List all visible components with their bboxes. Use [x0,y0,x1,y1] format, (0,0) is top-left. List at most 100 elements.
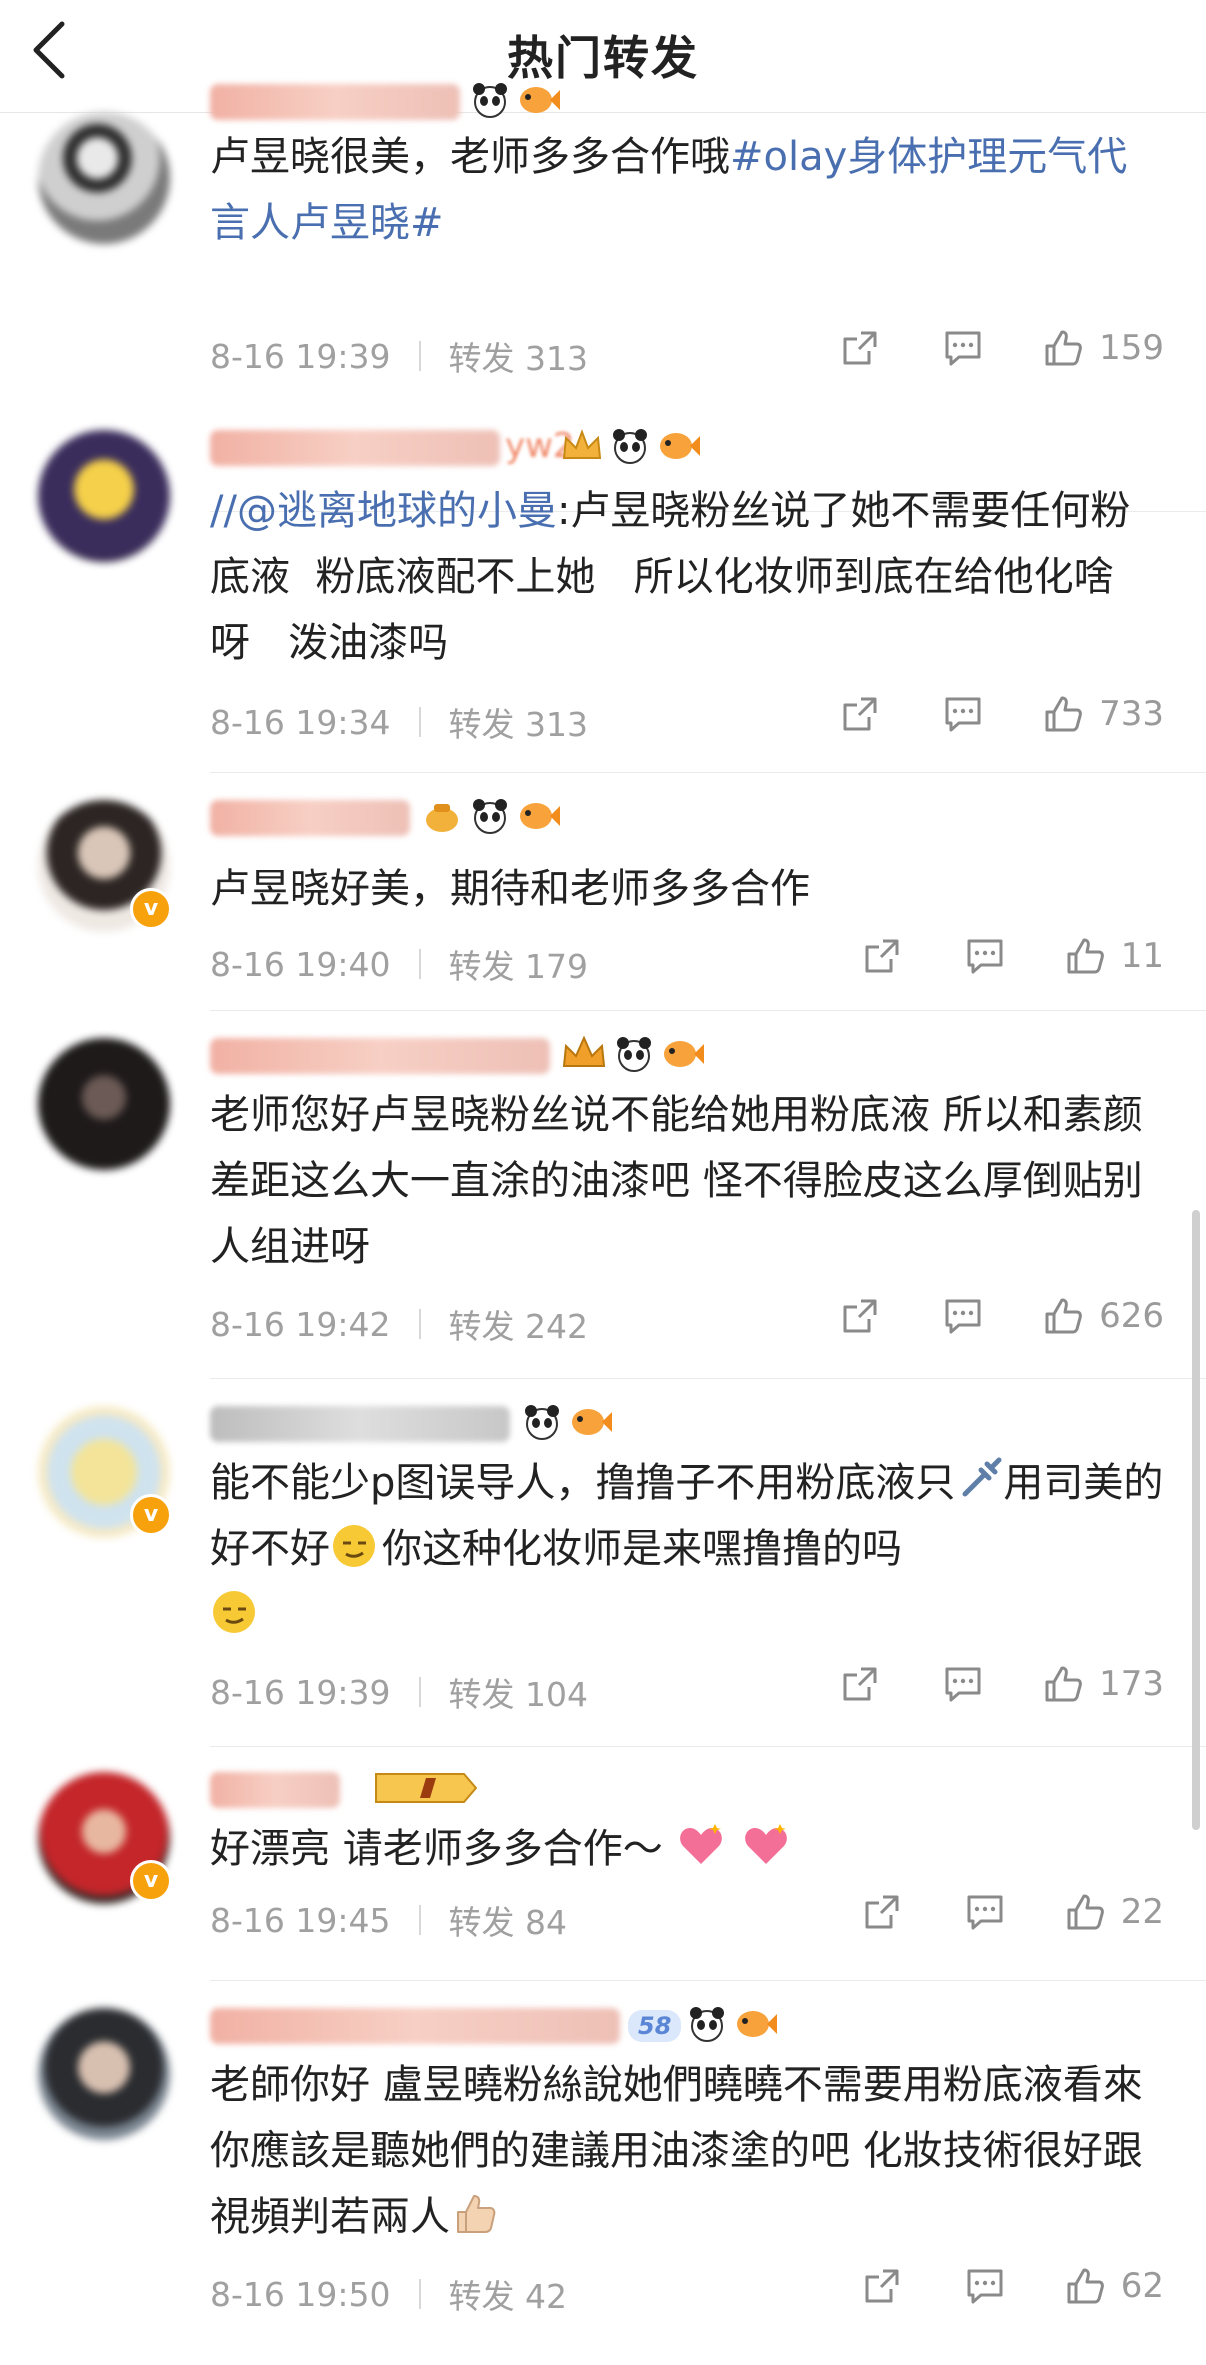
comment-icon [945,331,981,366]
share-icon [865,1895,899,1929]
like-button[interactable]: 62 [1063,2264,1164,2308]
fish-icon [656,426,700,470]
username[interactable] [210,430,500,466]
divider [210,1980,1206,1981]
username[interactable] [210,2008,620,2044]
repost-button[interactable] [861,1891,903,1933]
repost-meta: 8-16 19:39 转发 313 [210,332,588,380]
comment-button[interactable] [941,1295,985,1337]
user-badges [470,80,560,124]
repost-meta: 8-16 19:39 转发 104 [210,1668,588,1716]
share-icon [843,697,877,731]
like-count: 173 [1099,1664,1164,1704]
like-count: 733 [1099,694,1164,734]
repost-meta: 8-16 19:34 转发 313 [210,698,588,746]
action-bar: 22 [861,1890,1164,1934]
comment-icon [967,2269,1003,2304]
panda-icon [687,2004,727,2048]
scrollbar[interactable] [1192,1210,1200,1830]
like-button[interactable]: 173 [1041,1662,1164,1706]
comment-button[interactable] [941,327,985,369]
like-count: 62 [1120,2266,1164,2306]
avatar[interactable] [38,1038,170,1170]
verified-badge: v [130,1860,172,1902]
like-count: 22 [1120,1892,1164,1932]
repost-text: //@逃离地球的小曼:卢昱晓粉丝说了她不需要任何粉底液 粉底液配不上她 所以化妆… [210,488,1131,666]
timestamp: 8-16 19:50 [210,2274,391,2314]
username[interactable] [210,1772,340,1808]
username[interactable] [210,1038,550,1074]
verified-badge: v [130,1494,172,1536]
comment-button[interactable] [963,935,1007,977]
user-badges [522,1402,612,1446]
comment-icon [945,1667,981,1702]
like-button[interactable]: 626 [1041,1294,1164,1338]
username[interactable] [210,1406,510,1442]
panda-icon [614,1034,654,1078]
repost-button[interactable] [839,693,881,735]
comment-button[interactable] [963,2265,1007,2307]
avatar[interactable] [38,112,170,244]
repost-button[interactable] [839,1295,881,1337]
repost-meta: 8-16 19:40 转发 179 [210,940,588,988]
fish-icon [568,1402,612,1446]
like-button[interactable]: 733 [1041,692,1164,736]
level-badge-icon [372,1768,482,1812]
timestamp: 8-16 19:34 [210,702,391,742]
share-icon [843,1667,877,1701]
action-bar: 173 [839,1662,1164,1706]
repost-item: 卢昱晓很美，老师多多合作哦#olay身体护理元气代言人卢昱晓# 8-16 19:… [0,83,1206,512]
thumbs-up-icon [1045,1666,1082,1702]
like-button[interactable]: 22 [1063,1890,1164,1934]
timestamp: 8-16 19:42 [210,1304,391,1344]
action-bar: 733 [839,692,1164,736]
timestamp: 8-16 19:40 [210,944,391,984]
comment-button[interactable] [941,1663,985,1705]
thumbs-up-icon [1045,1298,1082,1334]
comment-button[interactable] [941,693,985,735]
repost-count: 转发 313 [448,705,588,744]
like-button[interactable]: 159 [1041,326,1164,370]
repost-meta: 8-16 19:45 转发 84 [210,1896,567,1944]
crown-icon [560,426,604,470]
divider [210,1010,1206,1011]
repost-button[interactable] [861,935,903,977]
repost-count: 转发 84 [448,1903,567,1942]
repost-button[interactable] [861,2265,903,2307]
panda-icon [610,426,650,470]
thumbs-up-icon [1067,1894,1104,1930]
avatar[interactable] [38,2008,170,2140]
share-icon [843,1299,877,1333]
comment-icon [945,1299,981,1334]
verified-badge: v [130,888,172,930]
comment-button[interactable] [963,1891,1007,1933]
thumbs-up-icon [1045,330,1082,366]
repost-count: 转发 179 [448,947,588,986]
level-badge: 58 [628,2010,682,2042]
repost-count: 转发 104 [448,1675,588,1714]
repost-text: 卢昱晓很美，老师多多合作哦#olay身体护理元气代言人卢昱晓# [210,134,1128,246]
timestamp: 8-16 19:39 [210,336,391,376]
comment-icon [967,1895,1003,1930]
repost-text: 老师您好卢昱晓粉丝说不能给她用粉底液 所以和素颜差距这么大一直涂的油漆吧 怪不得… [210,1092,1143,1270]
avatar[interactable] [38,430,170,562]
crown-icon [560,1034,608,1078]
username[interactable] [210,84,460,120]
user-badges [372,1768,482,1812]
repost-button[interactable] [839,327,881,369]
smug-face-emoji-icon [213,1591,255,1633]
like-button[interactable]: 11 [1063,934,1164,978]
repost-text: 能不能少p图误导人，撸撸子不用粉底液只 用司美的好不好 你这种化妆师是来嘿撸撸的吗 [210,1450,1170,1648]
mention-link[interactable]: //@逃离地球的小曼 [210,488,557,534]
fish-icon [516,796,560,840]
repost-button[interactable] [839,1663,881,1705]
heart-sparkle-emoji-icon [680,1824,723,1864]
panda-icon [522,1402,562,1446]
repost-text: 卢昱晓好美，期待和老师多多合作 [210,866,810,912]
repost-count: 转发 242 [448,1307,588,1346]
thumbs-up-emoji-icon [457,2195,496,2233]
comment-icon [967,939,1003,974]
action-bar: 62 [861,2264,1164,2308]
like-count: 159 [1099,328,1164,368]
username[interactable] [210,800,410,836]
